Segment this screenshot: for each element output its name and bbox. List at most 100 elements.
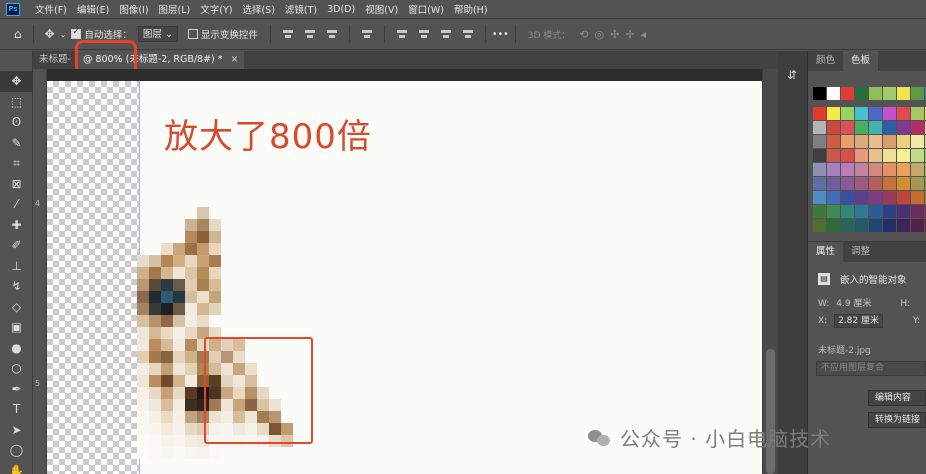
color-swatch[interactable]: [869, 149, 882, 162]
3d-roll-icon[interactable]: ◎: [594, 28, 604, 41]
color-swatch[interactable]: [841, 163, 854, 176]
menu-image[interactable]: 图像(I): [114, 2, 153, 16]
canvas-area[interactable]: 放大了800倍: [47, 69, 762, 474]
color-swatch[interactable]: [911, 191, 924, 204]
color-swatch[interactable]: [855, 191, 868, 204]
color-swatch[interactable]: [911, 149, 924, 162]
dodge-tool-icon[interactable]: ○: [0, 358, 33, 379]
color-swatch[interactable]: [813, 149, 826, 162]
color-swatch[interactable]: [869, 87, 882, 100]
color-swatch[interactable]: [911, 205, 924, 218]
color-swatch[interactable]: [827, 163, 840, 176]
color-swatch[interactable]: [827, 219, 840, 232]
color-swatch[interactable]: [827, 121, 840, 134]
color-swatch[interactable]: [897, 191, 910, 204]
menu-type[interactable]: 文字(Y): [195, 2, 237, 16]
frame-tool-icon[interactable]: ⊠: [0, 174, 33, 195]
align-bottom-icon[interactable]: [440, 28, 452, 40]
tab-adjustments[interactable]: 调整: [843, 242, 878, 262]
color-swatch[interactable]: [897, 87, 910, 100]
tab-color[interactable]: 颜色: [808, 51, 843, 71]
pen-tool-icon[interactable]: ✒: [0, 379, 33, 400]
more-options-button[interactable]: •••: [492, 29, 509, 40]
menu-layer[interactable]: 图层(L): [154, 2, 196, 16]
history-panel-icon[interactable]: ⇵: [787, 68, 797, 82]
color-swatch[interactable]: [827, 191, 840, 204]
move-tool-icon[interactable]: ✥: [0, 71, 33, 92]
color-swatch[interactable]: [911, 219, 924, 232]
color-swatch[interactable]: [897, 135, 910, 148]
color-swatch[interactable]: [827, 149, 840, 162]
type-tool-icon[interactable]: T: [0, 399, 33, 420]
color-swatch[interactable]: [813, 163, 826, 176]
align-center-icon[interactable]: [304, 28, 316, 40]
edit-contents-button[interactable]: 编辑内容: [868, 390, 926, 406]
color-swatch[interactable]: [813, 135, 826, 148]
crop-tool-icon[interactable]: ⌗: [0, 153, 33, 174]
auto-select-target-dropdown[interactable]: 图层 ⌄: [137, 26, 178, 42]
color-swatch[interactable]: [813, 87, 826, 100]
convert-to-linked-button[interactable]: 转换为链接: [868, 412, 926, 428]
color-swatch[interactable]: [883, 149, 896, 162]
x-input[interactable]: 2.82 厘米: [834, 314, 883, 328]
menu-edit[interactable]: 编辑(E): [72, 2, 114, 16]
tab-properties[interactable]: 属性: [808, 242, 844, 262]
color-swatch[interactable]: [911, 87, 924, 100]
color-swatch[interactable]: [855, 177, 868, 190]
color-swatch[interactable]: [869, 191, 882, 204]
eraser-tool-icon[interactable]: ◇: [0, 297, 33, 318]
menu-select[interactable]: 选择(S): [237, 2, 279, 16]
color-swatch[interactable]: [841, 135, 854, 148]
color-swatch[interactable]: [897, 149, 910, 162]
color-swatch[interactable]: [841, 149, 854, 162]
color-swatch[interactable]: [911, 107, 924, 120]
distribute-vertical-icon[interactable]: [462, 28, 474, 40]
color-swatch[interactable]: [827, 205, 840, 218]
color-swatch[interactable]: [813, 205, 826, 218]
color-swatch[interactable]: [883, 191, 896, 204]
color-swatch[interactable]: [813, 121, 826, 134]
scroll-thumb[interactable]: [766, 349, 775, 474]
color-swatch[interactable]: [883, 135, 896, 148]
menu-3d[interactable]: 3D(D): [322, 4, 360, 15]
layer-comp-select[interactable]: 不应用图层复合: [816, 361, 926, 376]
align-right-icon[interactable]: [326, 28, 338, 40]
history-brush-tool-icon[interactable]: ↯: [0, 276, 33, 297]
3d-drag-icon[interactable]: ✣: [610, 28, 619, 41]
align-top-icon[interactable]: [396, 28, 408, 40]
color-swatch[interactable]: [911, 121, 924, 134]
color-swatch[interactable]: [869, 177, 882, 190]
color-swatch[interactable]: [911, 135, 924, 148]
color-swatch[interactable]: [855, 107, 868, 120]
menu-view[interactable]: 视图(V): [360, 2, 403, 16]
color-swatch[interactable]: [841, 121, 854, 134]
align-middle-icon[interactable]: [418, 28, 430, 40]
color-swatch[interactable]: [869, 219, 882, 232]
color-swatch[interactable]: [855, 219, 868, 232]
color-swatch[interactable]: [897, 107, 910, 120]
color-swatch[interactable]: [855, 149, 868, 162]
healing-brush-tool-icon[interactable]: ✚: [0, 215, 33, 236]
chevron-down-icon[interactable]: ⌄: [60, 30, 67, 39]
color-swatch[interactable]: [813, 191, 826, 204]
color-swatch[interactable]: [855, 163, 868, 176]
color-swatch[interactable]: [813, 177, 826, 190]
color-swatch[interactable]: [855, 135, 868, 148]
tab-swatches[interactable]: 色板: [843, 51, 879, 71]
clone-stamp-tool-icon[interactable]: ⊥: [0, 256, 33, 277]
marquee-tool-icon[interactable]: ⬚: [0, 92, 33, 113]
color-swatch[interactable]: [841, 219, 854, 232]
menu-window[interactable]: 窗口(W): [403, 2, 449, 16]
brush-tool-icon[interactable]: ✐: [0, 235, 33, 256]
color-swatch[interactable]: [855, 205, 868, 218]
color-swatch[interactable]: [827, 87, 840, 100]
show-transform-checkbox[interactable]: [187, 29, 198, 39]
color-swatch[interactable]: [883, 177, 896, 190]
color-swatch[interactable]: [897, 177, 910, 190]
tab-untitled-prev[interactable]: 未标题-: [33, 51, 77, 69]
color-swatch[interactable]: [827, 107, 840, 120]
color-swatch[interactable]: [869, 163, 882, 176]
color-swatch[interactable]: [855, 121, 868, 134]
lasso-tool-icon[interactable]: ʘ: [0, 112, 33, 133]
color-swatch[interactable]: [841, 205, 854, 218]
